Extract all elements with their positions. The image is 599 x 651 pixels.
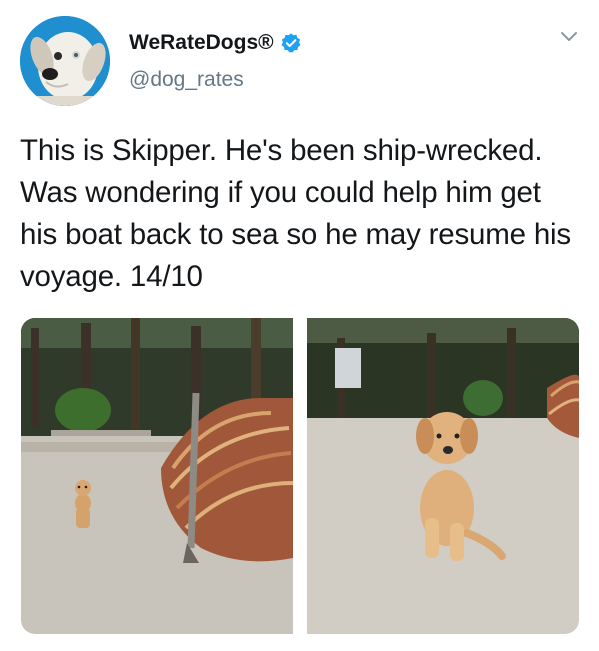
user-handle[interactable]: @dog_rates (129, 68, 244, 92)
puppy-with-boat-photo[interactable] (21, 318, 293, 634)
tweet-card: WeRateDogs® @dog_rates This is Skipper. … (0, 0, 599, 651)
dog-avatar-icon[interactable] (20, 16, 110, 106)
chevron-down-icon[interactable] (560, 30, 578, 44)
user-name-row[interactable]: WeRateDogs® (129, 28, 302, 58)
tweet-text: This is Skipper. He's been ship-wrecked.… (20, 134, 571, 293)
display-name[interactable]: WeRateDogs® (129, 31, 274, 55)
verified-badge-icon (281, 33, 301, 53)
puppy-sitting-photo[interactable] (307, 318, 579, 634)
media-grid (21, 318, 579, 634)
